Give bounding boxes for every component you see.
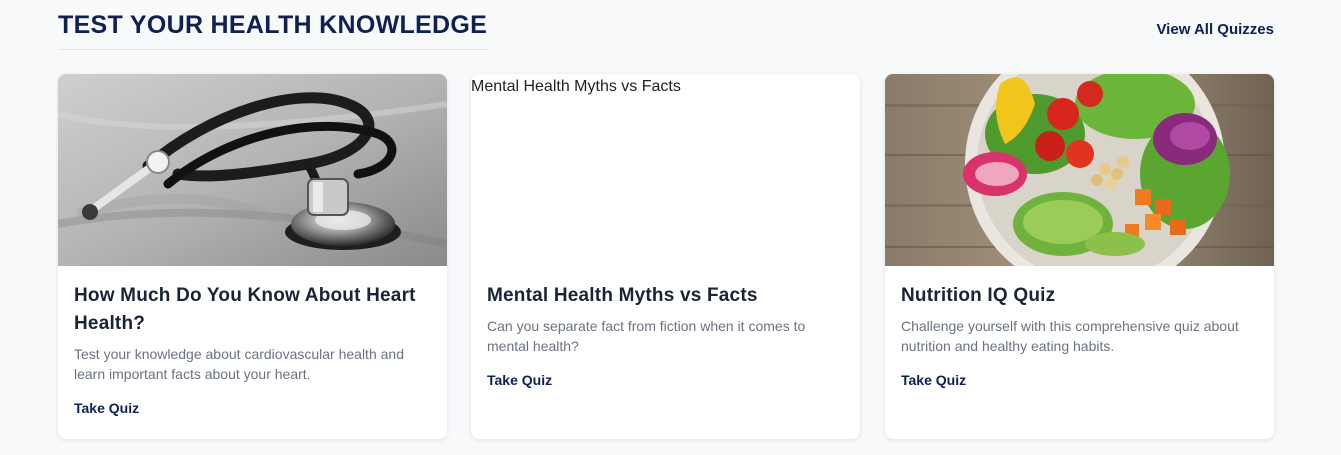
salad-bowl-image[interactable] xyxy=(885,74,1274,266)
card-title[interactable]: Nutrition IQ Quiz xyxy=(901,282,1258,310)
broken-image[interactable]: Mental Health Myths vs Facts xyxy=(471,74,860,266)
section-title: TEST YOUR HEALTH KNOWLEDGE xyxy=(58,10,490,50)
section-header: TEST YOUR HEALTH KNOWLEDGE View All Quiz… xyxy=(58,0,1274,50)
view-all-quizzes-link[interactable]: View All Quizzes xyxy=(1156,20,1274,40)
card-title[interactable]: Mental Health Myths vs Facts xyxy=(487,282,844,310)
card-description: Test your knowledge about cardiovascular… xyxy=(74,346,404,382)
salad-bowl-photo xyxy=(885,74,1274,266)
quiz-card-mental-health[interactable]: Mental Health Myths vs Facts Mental Heal… xyxy=(471,74,860,439)
card-description: Can you separate fact from fiction when … xyxy=(487,318,806,354)
take-quiz-button[interactable]: Take Quiz xyxy=(901,371,966,389)
take-quiz-button[interactable]: Take Quiz xyxy=(74,399,139,417)
quiz-card-heart-health[interactable]: How Much Do You Know About Heart Health?… xyxy=(58,74,447,439)
card-description: Challenge yourself with this comprehensi… xyxy=(901,318,1239,354)
card-body: How Much Do You Know About Heart Health?… xyxy=(74,282,431,418)
stethoscope-photo xyxy=(58,74,447,266)
card-body: Mental Health Myths vs Facts Can you sep… xyxy=(487,282,844,390)
quiz-card-list: How Much Do You Know About Heart Health?… xyxy=(58,74,1274,439)
stethoscope-image[interactable] xyxy=(58,74,447,266)
card-body: Nutrition IQ Quiz Challenge yourself wit… xyxy=(901,282,1258,390)
image-alt-text: Mental Health Myths vs Facts xyxy=(471,78,681,95)
quiz-card-nutrition[interactable]: Nutrition IQ Quiz Challenge yourself wit… xyxy=(885,74,1274,439)
take-quiz-button[interactable]: Take Quiz xyxy=(487,371,552,389)
card-title[interactable]: How Much Do You Know About Heart Health? xyxy=(74,282,431,338)
